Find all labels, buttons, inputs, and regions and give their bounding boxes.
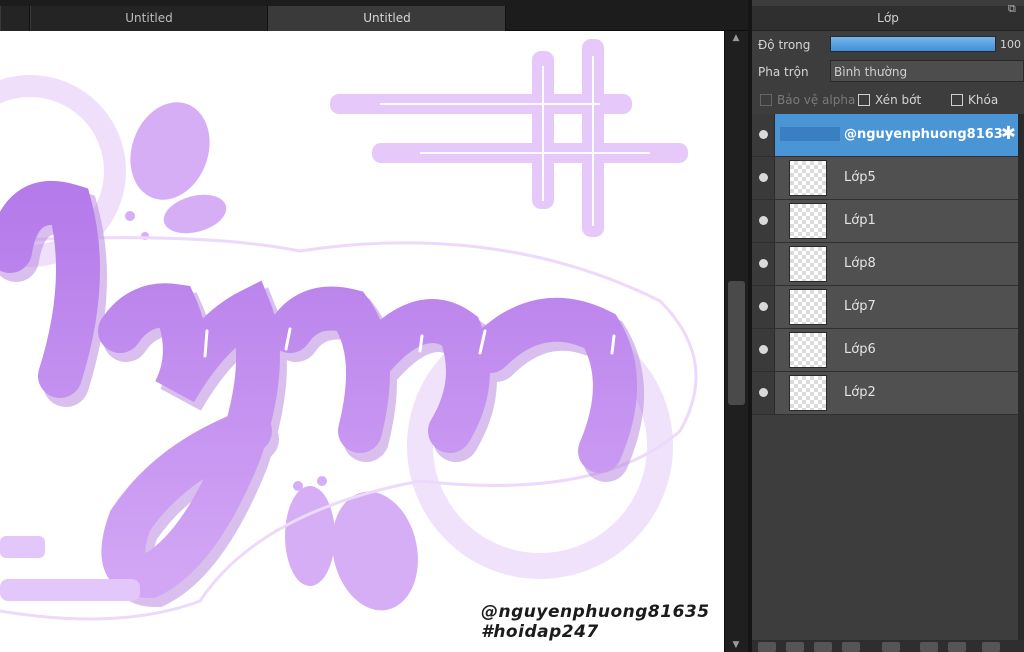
layer-name: Lớp8 [844, 256, 876, 271]
blend-mode-label: Pha trộn [758, 65, 809, 79]
layer-row-lop6[interactable]: Lớp6 [752, 329, 1018, 372]
visibility-icon [759, 302, 768, 311]
lock-checkbox[interactable]: Khóa [951, 92, 998, 108]
clip-label: Xén bớt [875, 93, 922, 107]
visibility-toggle[interactable] [752, 286, 775, 328]
checkbox-box [858, 94, 870, 106]
visibility-icon [759, 173, 768, 182]
visibility-icon [759, 345, 768, 354]
clear-layer-button[interactable] [920, 642, 938, 652]
scroll-down-icon[interactable]: ▼ [725, 638, 747, 652]
paint-app-window: Untitled Untitled @nguyenphuong81635 #ho… [0, 0, 1024, 652]
layer-panel-toolbar [752, 640, 1024, 652]
tab-overflow[interactable] [0, 6, 30, 31]
credit-hashtag: #hoidap247 [481, 622, 599, 642]
layers-panel: Lớp ⧉ Độ trong 100 Pha trộn Bình thường … [752, 0, 1024, 652]
visibility-toggle[interactable] [752, 372, 775, 414]
layer-list-scrollbar[interactable] [1018, 114, 1024, 640]
layer-row-lop1[interactable]: Lớp1 [752, 200, 1018, 243]
new-folder-button[interactable] [786, 642, 804, 652]
layer-thumbnail [789, 289, 827, 325]
opacity-slider[interactable] [830, 36, 996, 52]
visibility-toggle[interactable] [752, 114, 775, 156]
layer-name: Lớp2 [844, 385, 876, 400]
protect-alpha-label: Bảo vệ alpha [777, 93, 856, 107]
layer-thumbnail [780, 127, 840, 141]
scrollbar-thumb[interactable] [728, 281, 745, 405]
layer-name: Lớp7 [844, 299, 876, 314]
layer-row-lop8[interactable]: Lớp8 [752, 243, 1018, 286]
merge-layer-button[interactable] [842, 642, 860, 652]
delete-layer-button[interactable] [948, 642, 966, 652]
lettering-artwork [0, 39, 698, 621]
layer-list: @nguyenphuong8163 ✱ Lớp5 Lớp1 Lớp8 Lớp7 … [752, 114, 1018, 652]
layer-name: Lớp6 [844, 342, 876, 357]
layer-thumbnail [789, 160, 827, 196]
layer-row-lop7[interactable]: Lớp7 [752, 286, 1018, 329]
layer-name: @nguyenphuong8163 [844, 127, 1003, 142]
layer-row-nguyenphuong[interactable]: @nguyenphuong8163 ✱ [752, 114, 1018, 157]
lock-label: Khóa [968, 93, 999, 107]
leaf-decoration-top [125, 102, 227, 240]
credit-username: @nguyenphuong81635 [481, 602, 710, 622]
checkbox-box [760, 94, 772, 106]
duplicate-layer-button[interactable] [814, 642, 832, 652]
checkbox-box [951, 94, 963, 106]
layer-thumbnail [789, 246, 827, 282]
hash-highlights [380, 56, 650, 226]
canvas-vertical-scrollbar[interactable]: ▲ ▼ [724, 31, 748, 652]
visibility-toggle[interactable] [752, 329, 775, 371]
protect-alpha-checkbox[interactable]: Bảo vệ alpha [760, 92, 855, 108]
visibility-toggle[interactable] [752, 243, 775, 285]
layer-thumbnail [789, 332, 827, 368]
opacity-label: Độ trong [758, 38, 811, 52]
scroll-up-icon[interactable]: ▲ [725, 31, 747, 45]
visibility-toggle[interactable] [752, 200, 775, 242]
layer-settings-gear-icon[interactable]: ✱ [1001, 124, 1016, 144]
visibility-icon [759, 259, 768, 268]
expand-panel-icon[interactable]: ⧉ [1008, 3, 1020, 15]
visibility-toggle[interactable] [752, 157, 775, 199]
visibility-icon [759, 130, 768, 139]
layer-row-lop5[interactable]: Lớp5 [752, 157, 1018, 200]
layer-name: Lớp1 [844, 213, 876, 228]
layer-thumbnail [789, 203, 827, 239]
layer-menu-button[interactable] [982, 642, 1000, 652]
visibility-icon [759, 388, 768, 397]
opacity-value: 100 [1000, 38, 1021, 51]
layer-mask-button[interactable] [882, 642, 900, 652]
tab-untitled-1[interactable]: Untitled [30, 6, 268, 31]
layer-thumbnail [789, 375, 827, 411]
layers-panel-title: Lớp [752, 6, 1024, 31]
visibility-icon [759, 216, 768, 225]
layer-name: Lớp5 [844, 170, 876, 185]
tab-untitled-2[interactable]: Untitled [268, 6, 506, 31]
document-tab-bar: Untitled Untitled [0, 0, 750, 31]
drawing-canvas[interactable]: @nguyenphuong81635 #hoidap247 [0, 31, 724, 652]
layer-row-lop2[interactable]: Lớp2 [752, 372, 1018, 415]
new-layer-button[interactable] [758, 642, 776, 652]
clip-checkbox[interactable]: Xén bớt [858, 92, 921, 108]
blend-mode-select[interactable]: Bình thường [830, 60, 1024, 82]
hash-symbol [330, 39, 688, 237]
